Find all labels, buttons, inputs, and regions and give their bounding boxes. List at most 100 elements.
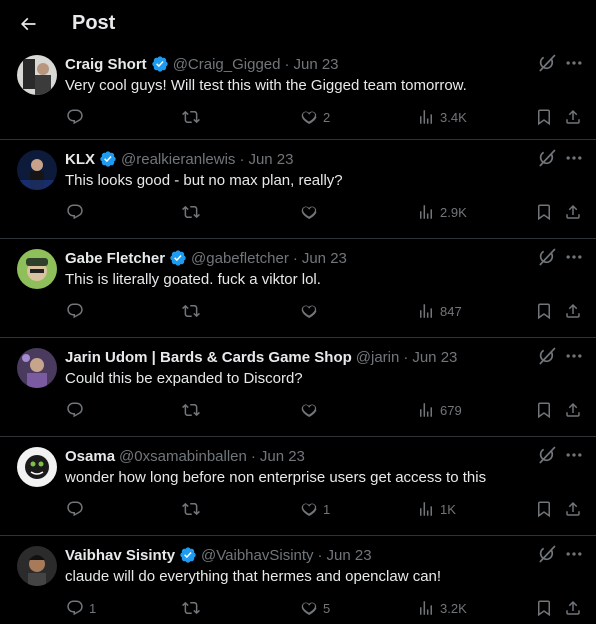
grok-icon[interactable] bbox=[537, 445, 557, 465]
reply-button[interactable] bbox=[66, 301, 89, 321]
views-button[interactable]: 679 bbox=[417, 400, 462, 420]
user-handle[interactable]: @realkieranlewis bbox=[121, 151, 235, 168]
grok-icon[interactable] bbox=[537, 53, 557, 73]
like-button[interactable] bbox=[300, 202, 323, 222]
more-icon[interactable] bbox=[564, 53, 584, 73]
separator-dot: · bbox=[250, 447, 256, 465]
more-icon[interactable] bbox=[564, 445, 584, 465]
more-icon[interactable] bbox=[564, 247, 584, 267]
avatar[interactable] bbox=[17, 447, 57, 487]
tweet[interactable]: Osama @0xsamabinballen · Jun 23 wonder h… bbox=[0, 437, 596, 536]
grok-icon[interactable] bbox=[537, 346, 557, 366]
user-handle[interactable]: @gabefletcher bbox=[191, 250, 289, 267]
reply-button[interactable] bbox=[66, 400, 89, 420]
share-icon[interactable] bbox=[564, 400, 582, 420]
display-name[interactable]: Vaibhav Sisinty bbox=[65, 547, 175, 564]
reply-button[interactable] bbox=[66, 499, 89, 519]
user-handle[interactable]: @Craig_Gigged bbox=[173, 56, 281, 73]
back-arrow-icon[interactable] bbox=[8, 4, 48, 44]
bookmark-icon[interactable] bbox=[535, 400, 553, 420]
view-count: 847 bbox=[440, 303, 462, 319]
bookmark-icon[interactable] bbox=[535, 598, 553, 618]
views-button[interactable]: 2.9K bbox=[417, 202, 467, 222]
tweet-header: KLX @realkieranlewis · Jun 23 bbox=[65, 149, 293, 169]
display-name[interactable]: Jarin Udom | Bards & Cards Game Shop bbox=[65, 349, 352, 366]
tweet-text: This looks good - but no max plan, reall… bbox=[65, 172, 343, 189]
views-button[interactable]: 847 bbox=[417, 301, 462, 321]
view-count: 2.9K bbox=[440, 204, 467, 220]
tweet[interactable]: Gabe Fletcher @gabefletcher · Jun 23 Thi… bbox=[0, 239, 596, 338]
reply-button[interactable] bbox=[66, 107, 89, 127]
tweet-text: This is literally goated. fuck a viktor … bbox=[65, 271, 321, 288]
separator-dot: · bbox=[403, 348, 409, 366]
tweet[interactable]: Vaibhav Sisinty @VaibhavSisinty · Jun 23… bbox=[0, 536, 596, 624]
retweet-button[interactable] bbox=[182, 598, 205, 618]
post-date[interactable]: Jun 23 bbox=[248, 151, 293, 168]
display-name[interactable]: Craig Short bbox=[65, 56, 147, 73]
user-handle[interactable]: @0xsamabinballen bbox=[119, 448, 247, 465]
user-handle[interactable]: @VaibhavSisinty bbox=[201, 547, 314, 564]
bookmark-icon[interactable] bbox=[535, 202, 553, 222]
post-date[interactable]: Jun 23 bbox=[412, 349, 457, 366]
retweet-button[interactable] bbox=[182, 301, 205, 321]
avatar[interactable] bbox=[17, 150, 57, 190]
views-button[interactable]: 3.4K bbox=[417, 107, 467, 127]
grok-icon[interactable] bbox=[537, 544, 557, 564]
like-button[interactable] bbox=[300, 400, 323, 420]
tweet-header: Jarin Udom | Bards & Cards Game Shop @ja… bbox=[65, 347, 457, 367]
user-handle[interactable]: @jarin bbox=[356, 349, 400, 366]
more-icon[interactable] bbox=[564, 544, 584, 564]
tweet-text: Could this be expanded to Discord? bbox=[65, 370, 303, 387]
retweet-button[interactable] bbox=[182, 400, 205, 420]
display-name[interactable]: Gabe Fletcher bbox=[65, 250, 165, 267]
bookmark-icon[interactable] bbox=[535, 107, 553, 127]
like-button[interactable]: 2 bbox=[300, 107, 330, 127]
share-icon[interactable] bbox=[564, 499, 582, 519]
like-button[interactable]: 5 bbox=[300, 598, 330, 618]
views-button[interactable]: 1K bbox=[417, 499, 456, 519]
bookmark-icon[interactable] bbox=[535, 301, 553, 321]
retweet-button[interactable] bbox=[182, 107, 205, 127]
more-icon[interactable] bbox=[564, 346, 584, 366]
verified-badge-icon bbox=[179, 546, 197, 564]
share-icon[interactable] bbox=[564, 202, 582, 222]
retweet-button[interactable] bbox=[182, 202, 205, 222]
view-count: 3.2K bbox=[440, 600, 467, 616]
retweet-button[interactable] bbox=[182, 499, 205, 519]
bookmark-icon[interactable] bbox=[535, 499, 553, 519]
views-button[interactable]: 3.2K bbox=[417, 598, 467, 618]
separator-dot: · bbox=[317, 546, 323, 564]
tweet-text: wonder how long before non enterprise us… bbox=[65, 469, 487, 486]
avatar[interactable] bbox=[17, 546, 57, 586]
tweet-actions: 2.9K bbox=[0, 202, 596, 222]
share-icon[interactable] bbox=[564, 598, 582, 618]
tweet[interactable]: Craig Short @Craig_Gigged · Jun 23 Very … bbox=[0, 45, 596, 140]
share-icon[interactable] bbox=[564, 107, 582, 127]
more-icon[interactable] bbox=[564, 148, 584, 168]
avatar[interactable] bbox=[17, 249, 57, 289]
reply-button[interactable]: 1 bbox=[66, 598, 96, 618]
display-name[interactable]: Osama bbox=[65, 448, 115, 465]
tweet[interactable]: Jarin Udom | Bards & Cards Game Shop @ja… bbox=[0, 338, 596, 437]
display-name[interactable]: KLX bbox=[65, 151, 95, 168]
tweet-text: claude will do everything that hermes an… bbox=[65, 568, 442, 585]
like-count: 5 bbox=[323, 600, 331, 616]
tweet[interactable]: KLX @realkieranlewis · Jun 23 This looks… bbox=[0, 140, 596, 239]
reply-button[interactable] bbox=[66, 202, 89, 222]
post-date[interactable]: Jun 23 bbox=[302, 250, 347, 267]
like-button[interactable]: 1 bbox=[300, 499, 330, 519]
like-button[interactable] bbox=[300, 301, 323, 321]
tweet-header: Craig Short @Craig_Gigged · Jun 23 bbox=[65, 54, 339, 74]
verified-badge-icon bbox=[151, 55, 169, 73]
avatar[interactable] bbox=[17, 348, 57, 388]
share-icon[interactable] bbox=[564, 301, 582, 321]
post-date[interactable]: Jun 23 bbox=[327, 547, 372, 564]
post-date[interactable]: Jun 23 bbox=[260, 448, 305, 465]
post-date[interactable]: Jun 23 bbox=[293, 56, 338, 73]
grok-icon[interactable] bbox=[537, 247, 557, 267]
tweet-header: Osama @0xsamabinballen · Jun 23 bbox=[65, 446, 305, 466]
view-count: 1K bbox=[440, 501, 456, 517]
grok-icon[interactable] bbox=[537, 148, 557, 168]
reply-feed: Craig Short @Craig_Gigged · Jun 23 Very … bbox=[0, 45, 596, 624]
avatar[interactable] bbox=[17, 55, 57, 95]
